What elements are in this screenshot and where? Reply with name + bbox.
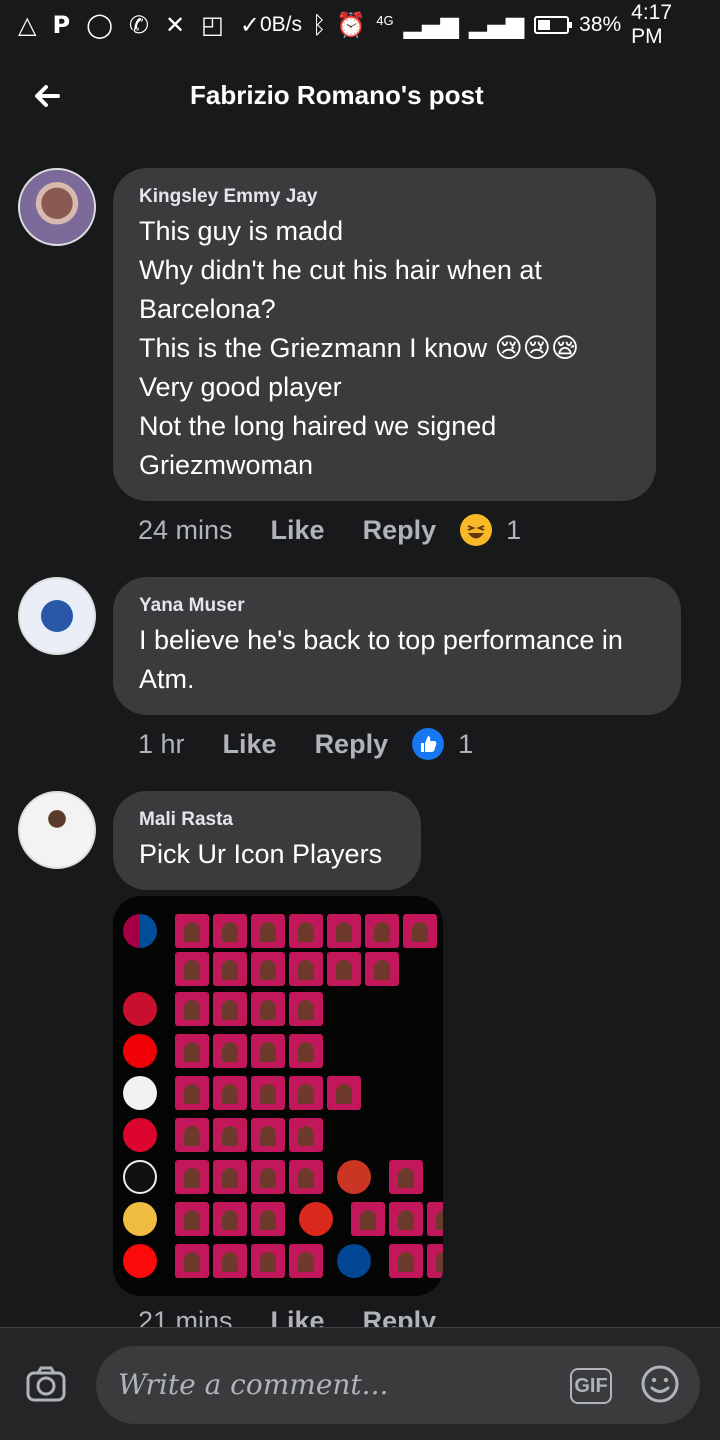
- roma-crest-icon: [123, 1202, 157, 1236]
- clock: 4:17 PM: [631, 1, 673, 48]
- comment-text: This guy is madd Why didn't he cut his h…: [139, 216, 580, 480]
- bayern-crest-icon: [123, 1118, 157, 1152]
- chelsea-crest-icon: [337, 1244, 371, 1278]
- download-done-icon: ✓: [239, 11, 260, 39]
- network-speed: 0B/s: [259, 13, 302, 36]
- comment-time[interactable]: 24 mins: [138, 515, 233, 546]
- comment-author[interactable]: Mali Rasta: [139, 809, 395, 831]
- comment-photo[interactable]: [113, 896, 443, 1296]
- battery-percent: 38%: [579, 13, 622, 36]
- camera-icon[interactable]: [26, 1366, 66, 1402]
- gif-button[interactable]: GIF: [570, 1368, 612, 1404]
- alarm-icon: ⏰: [336, 11, 367, 39]
- comment-text: I believe he's back to top performance i…: [139, 625, 623, 694]
- comment-author[interactable]: Kingsley Emmy Jay: [139, 186, 630, 208]
- cast-icon: ◰: [201, 11, 224, 39]
- comment-bubble[interactable]: Mali Rasta Pick Ur Icon Players: [113, 791, 421, 890]
- network-type: 4G: [376, 13, 394, 28]
- liverpool-crest-icon: [123, 992, 157, 1026]
- comment-composer: Write a comment... GIF: [0, 1327, 720, 1440]
- comment-time[interactable]: 21 mins: [138, 1306, 233, 1327]
- reply-button[interactable]: Reply: [363, 515, 437, 546]
- avatar[interactable]: [18, 791, 96, 869]
- app-header: Fabrizio Romano's post: [0, 58, 720, 134]
- back-arrow-icon[interactable]: [28, 76, 68, 116]
- comment-placeholder[interactable]: Write a comment...: [118, 1368, 388, 1401]
- battery-icon: [534, 16, 572, 34]
- comment-text: Pick Ur Icon Players: [139, 839, 383, 869]
- like-button[interactable]: Like: [271, 1306, 325, 1327]
- comment-input[interactable]: Write a comment... GIF: [96, 1346, 700, 1424]
- like-icon[interactable]: [412, 728, 445, 760]
- comment-actions: 21 mins Like Reply: [138, 1306, 460, 1327]
- p-app-icon: P: [52, 11, 71, 39]
- juventus-crest-icon: [123, 1160, 157, 1194]
- messenger-icon: ◯: [86, 11, 113, 39]
- comment-actions: 24 mins Like Reply 1: [138, 514, 521, 546]
- avatar[interactable]: [18, 168, 96, 246]
- manutd-crest-icon: [299, 1202, 333, 1236]
- signal-icon: ▂▄▆: [403, 11, 459, 39]
- real-madrid-crest-icon: [123, 1076, 157, 1110]
- emoji-icon[interactable]: [640, 1364, 680, 1404]
- x-icon: ✕: [165, 11, 186, 39]
- arsenal-crest-icon: [123, 1034, 157, 1068]
- haha-icon[interactable]: [460, 514, 493, 546]
- atletico-crest-icon: [337, 1160, 371, 1194]
- like-button[interactable]: Like: [223, 729, 277, 760]
- reply-button[interactable]: Reply: [363, 1306, 437, 1327]
- comment-actions: 1 hr Like Reply 1: [138, 728, 473, 760]
- like-button[interactable]: Like: [271, 515, 325, 546]
- page-title: Fabrizio Romano's post: [190, 80, 484, 110]
- comment-time[interactable]: 1 hr: [138, 729, 185, 760]
- comment-bubble[interactable]: Kingsley Emmy Jay This guy is madd Why d…: [113, 168, 656, 501]
- reply-button[interactable]: Reply: [315, 729, 389, 760]
- milan-crest-icon: [123, 1244, 157, 1278]
- status-bar: △ P ◯ ✆ ✕ ◰ ✓ 0B/s ᛒ ⏰ 4G ▂▄▆ ▂▄▆ 38% 4:…: [0, 0, 720, 50]
- app-notification-icon: △: [18, 11, 37, 39]
- whatsapp-icon: ✆: [128, 11, 150, 39]
- bluetooth-icon: ᛒ: [311, 11, 327, 39]
- signal-2-icon: ▂▄▆: [468, 11, 525, 39]
- reaction-count[interactable]: 1: [458, 729, 473, 760]
- reaction-count[interactable]: 1: [506, 515, 521, 546]
- avatar[interactable]: [18, 577, 96, 655]
- barcelona-crest-icon: [123, 914, 157, 948]
- comment-author[interactable]: Yana Muser: [139, 595, 655, 617]
- comment-bubble[interactable]: Yana Muser I believe he's back to top pe…: [113, 577, 681, 715]
